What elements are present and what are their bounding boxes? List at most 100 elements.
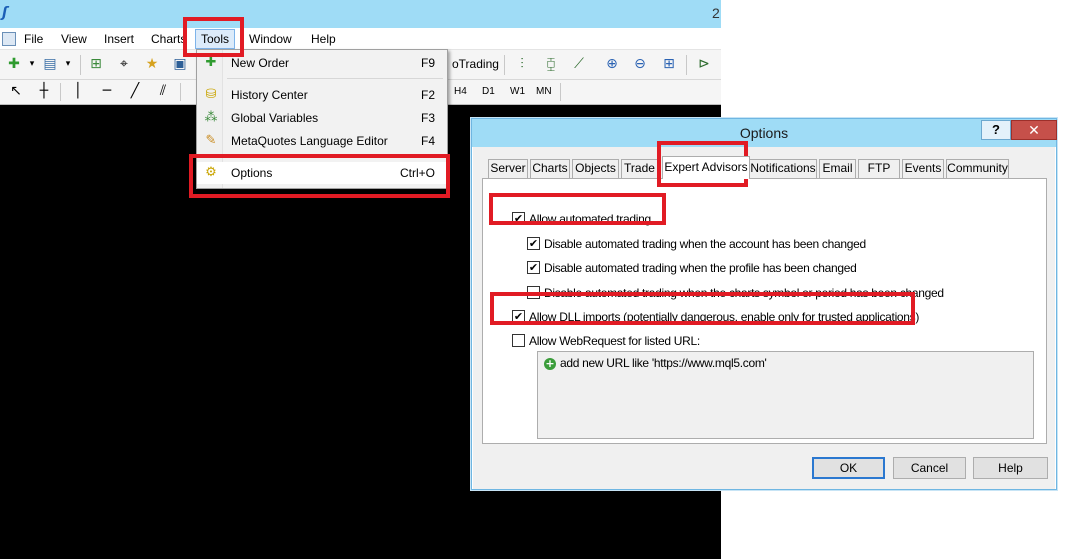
new-chart-dropdown-icon[interactable]: ▾ xyxy=(22,55,42,75)
menu-item-label: History Center xyxy=(231,88,308,102)
checkbox-box: ✔ xyxy=(512,310,525,323)
new-chart-icon[interactable]: ✚ xyxy=(4,55,24,75)
zoom-out-icon[interactable]: ⊖ xyxy=(630,55,650,75)
chart-shift-icon[interactable]: ⊳ xyxy=(694,55,714,75)
favorites-icon[interactable]: ★ xyxy=(142,55,162,75)
new-order-icon: ✚ xyxy=(205,55,217,70)
checkbox-label: Disable automated trading when the accou… xyxy=(544,237,866,251)
checkbox-label: Disable automated trading when the chart… xyxy=(544,286,944,300)
timeframe-mn[interactable]: MN xyxy=(536,85,552,99)
terminal-icon[interactable]: ▣ xyxy=(170,55,190,75)
help-button[interactable]: Help xyxy=(973,457,1048,479)
tab-community[interactable]: Community xyxy=(946,159,1009,178)
global-variables-icon: ⁂ xyxy=(204,110,218,125)
timeframe-d1[interactable]: D1 xyxy=(482,85,495,99)
cancel-button[interactable]: Cancel xyxy=(893,457,966,479)
tab-objects[interactable]: Objects xyxy=(572,159,619,178)
menu-insert[interactable]: Insert xyxy=(102,31,136,48)
menu-item-history-center[interactable]: ⛁ History Center F2 xyxy=(197,84,447,106)
bar-chart-icon[interactable]: ⫶ xyxy=(512,55,532,75)
menu-charts[interactable]: Charts xyxy=(149,31,188,48)
expert-advisors-panel: ✔ Allow automated trading ✔ Disable auto… xyxy=(482,178,1047,444)
menu-tools[interactable]: Tools xyxy=(195,29,236,49)
menu-item-label: New Order xyxy=(231,56,290,70)
history-center-icon: ⛁ xyxy=(205,87,217,102)
menu-view[interactable]: View xyxy=(59,31,89,48)
document-icon[interactable] xyxy=(2,32,16,46)
checkbox-box: ✔ xyxy=(512,212,525,225)
cursor-icon[interactable]: ↖ xyxy=(6,82,26,102)
tools-dropdown-menu: ✚ New Order F9 ⛁ History Center F2 ⁂ Glo… xyxy=(196,49,448,189)
tab-email[interactable]: Email xyxy=(819,159,856,178)
zoom-in-icon[interactable]: ⊕ xyxy=(602,55,622,75)
dialog-titlebar[interactable]: Options ? ✕ xyxy=(472,119,1057,147)
metaeditor-icon: ✎ xyxy=(205,133,217,148)
dialog-close-button[interactable]: ✕ xyxy=(1011,120,1057,140)
menu-item-label: MetaQuotes Language Editor xyxy=(231,134,388,148)
checkbox-box: ✔ xyxy=(527,261,540,274)
tab-server[interactable]: Server xyxy=(488,159,528,178)
autotrading-button[interactable]: oTrading xyxy=(452,55,499,73)
tab-charts[interactable]: Charts xyxy=(530,159,570,178)
options-dialog: Options ? ✕ Server Charts Objects Trade … xyxy=(471,118,1057,490)
menu-item-options[interactable]: ⚙ Options Ctrl+O xyxy=(197,162,447,184)
app-logo-icon: ʃ xyxy=(2,5,8,21)
options-icon: ⚙ xyxy=(205,165,217,180)
dialog-title: Options xyxy=(739,125,789,141)
menu-separator xyxy=(227,156,443,157)
menu-item-label: Global Variables xyxy=(231,111,319,125)
checkbox-box xyxy=(512,334,525,347)
toolbar-separator xyxy=(686,55,687,75)
toolbar-separator xyxy=(60,83,61,101)
menu-separator xyxy=(227,78,443,79)
profiles-icon[interactable]: ▤ xyxy=(40,55,60,75)
tab-ftp[interactable]: FTP xyxy=(858,159,900,178)
dialog-help-button[interactable]: ? xyxy=(981,120,1011,140)
tab-trade[interactable]: Trade xyxy=(621,159,658,178)
menu-item-metaquotes-editor[interactable]: ✎ MetaQuotes Language Editor F4 xyxy=(197,130,447,152)
menu-item-new-order[interactable]: ✚ New Order F9 xyxy=(197,52,447,74)
checkbox-label: Disable automated trading when the profi… xyxy=(544,261,857,275)
menu-item-shortcut: Ctrl+O xyxy=(399,166,435,180)
menu-item-shortcut: F3 xyxy=(420,111,435,125)
add-url-icon[interactable]: + xyxy=(544,358,556,370)
window-title: 2 xyxy=(712,5,720,21)
tile-windows-icon[interactable]: ⊞ xyxy=(659,55,679,75)
line-chart-icon[interactable]: ⟋ xyxy=(569,55,589,75)
menu-bar: File View Insert Charts Tools Window Hel… xyxy=(0,28,721,50)
checkbox-label: Allow DLL imports (potentially dangerous… xyxy=(529,310,920,324)
checkbox-label: Allow automated trading xyxy=(529,212,651,226)
menu-item-label: Options xyxy=(231,166,273,180)
timeframe-h4[interactable]: H4 xyxy=(454,85,467,99)
menu-item-shortcut: F4 xyxy=(420,134,435,148)
menu-window[interactable]: Window xyxy=(247,31,294,48)
profiles-dropdown-icon[interactable]: ▾ xyxy=(58,55,78,75)
horizontal-line-icon[interactable]: ─ xyxy=(97,82,117,102)
window-titlebar[interactable]: ʃ 2 xyxy=(0,0,721,28)
menu-file[interactable]: File xyxy=(22,31,45,48)
crosshair-icon[interactable]: ┼ xyxy=(34,82,54,102)
checkbox-label: Allow WebRequest for listed URL: xyxy=(529,334,700,348)
checkbox-box: ✔ xyxy=(527,237,540,250)
tab-expert-advisors[interactable]: Expert Advisors xyxy=(662,156,750,179)
menu-help[interactable]: Help xyxy=(309,31,338,48)
vertical-line-icon[interactable]: │ xyxy=(68,82,88,102)
menu-item-global-variables[interactable]: ⁂ Global Variables F3 xyxy=(197,107,447,129)
dialog-body: Server Charts Objects Trade Expert Advis… xyxy=(473,147,1055,489)
timeframe-w1[interactable]: W1 xyxy=(510,85,525,99)
toolbar-separator xyxy=(80,55,81,75)
menu-item-shortcut: F2 xyxy=(420,88,435,102)
candlestick-icon[interactable]: ⧮ xyxy=(541,55,561,75)
toolbar-separator xyxy=(560,83,561,101)
toolbar-separator xyxy=(504,55,505,75)
market-watch-icon[interactable]: ⊞ xyxy=(86,55,106,75)
navigator-crosshair-icon[interactable]: ⌖ xyxy=(114,55,134,75)
trendline-icon[interactable]: ╱ xyxy=(125,82,145,102)
tab-notifications[interactable]: Notifications xyxy=(749,159,817,178)
add-url-hint[interactable]: add new URL like 'https://www.mql5.com' xyxy=(560,356,767,370)
menu-item-shortcut: F9 xyxy=(420,56,435,70)
tab-events[interactable]: Events xyxy=(902,159,944,178)
equidistant-channel-icon[interactable]: ⫽ xyxy=(153,82,173,102)
webrequest-url-list[interactable]: + add new URL like 'https://www.mql5.com… xyxy=(537,351,1034,439)
ok-button[interactable]: OK xyxy=(812,457,885,479)
